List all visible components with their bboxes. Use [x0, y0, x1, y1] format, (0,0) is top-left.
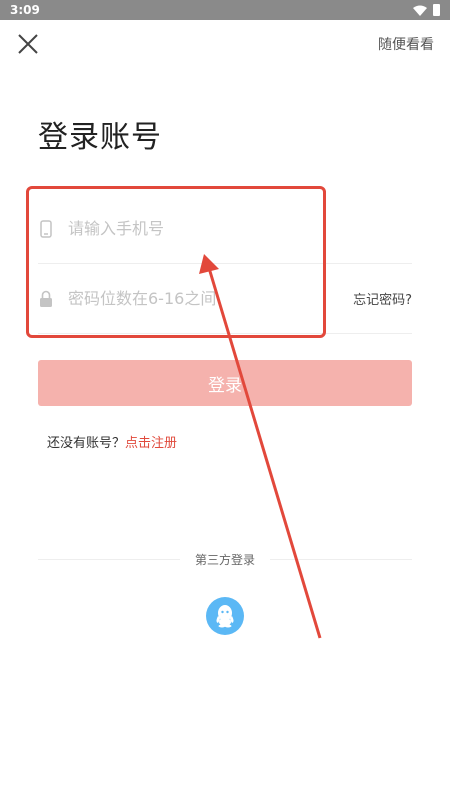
close-button[interactable] — [14, 32, 42, 56]
qq-login-button[interactable] — [206, 597, 244, 635]
third-party-label: 第三方登录 — [0, 551, 450, 568]
login-form: 忘记密码? — [38, 194, 412, 334]
register-prompt: 还没有账号？ — [47, 436, 126, 451]
login-button[interactable]: 登录 — [38, 360, 412, 406]
phone-icon — [38, 219, 54, 239]
status-time: 3:09 — [10, 3, 40, 17]
close-icon — [18, 34, 38, 54]
third-party-text: 第三方登录 — [186, 553, 263, 567]
phone-input[interactable] — [68, 219, 412, 238]
wifi-icon — [413, 5, 427, 16]
status-bar: 3:09 — [0, 0, 450, 20]
battery-icon — [433, 4, 440, 16]
status-icons — [413, 4, 440, 16]
phone-field — [38, 194, 412, 264]
forgot-password-link[interactable]: 忘记密码? — [353, 289, 412, 308]
page-title: 登录账号 — [38, 120, 162, 155]
password-input[interactable] — [68, 289, 354, 308]
register-link[interactable]: 点击注册 — [125, 436, 177, 451]
browse-link[interactable]: 随便看看 — [378, 34, 434, 54]
password-field: 忘记密码? — [38, 264, 412, 334]
register-row: 还没有账号？点击注册 — [47, 432, 177, 451]
qq-icon — [216, 605, 234, 628]
lock-icon — [38, 289, 54, 309]
